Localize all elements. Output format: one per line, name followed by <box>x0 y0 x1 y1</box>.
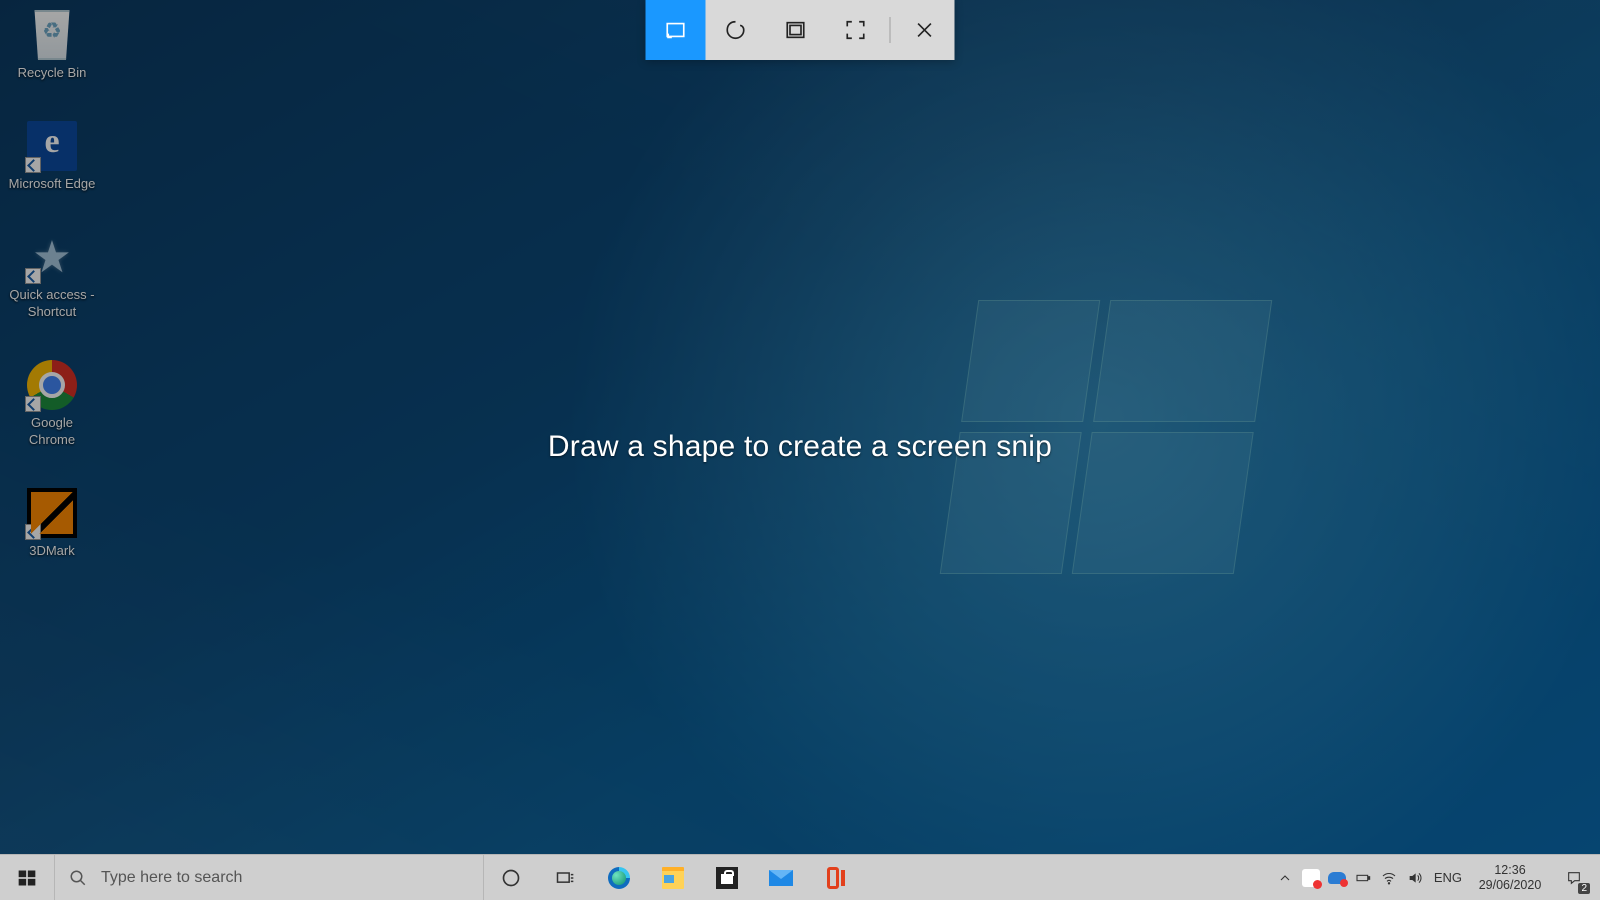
snip-mode-freeform-button[interactable] <box>706 0 766 60</box>
star-icon <box>27 232 77 282</box>
onedrive-icon <box>1328 872 1346 884</box>
desktop-icon-microsoft-edge[interactable]: Microsoft Edge <box>8 121 96 192</box>
taskbar-search-box[interactable]: Type here to search <box>54 855 484 900</box>
desktop-icon-label: Recycle Bin <box>8 64 96 81</box>
tray-overflow-button[interactable] <box>1272 855 1298 900</box>
shortcut-overlay-icon <box>25 268 41 284</box>
snip-mode-rectangular-button[interactable] <box>646 0 706 60</box>
search-placeholder-text: Type here to search <box>101 869 242 887</box>
taskbar-task-view-button[interactable] <box>538 855 592 900</box>
language-indicator-text: ENG <box>1434 870 1462 885</box>
edge-icon <box>27 121 77 171</box>
mail-icon <box>769 870 793 886</box>
snip-close-button[interactable] <box>895 0 955 60</box>
shortcut-overlay-icon <box>25 157 41 173</box>
chevron-up-icon <box>1277 870 1293 886</box>
taskbar-file-explorer-button[interactable] <box>646 855 700 900</box>
office-icon <box>825 867 845 889</box>
window-snip-icon <box>785 19 807 41</box>
close-icon <box>914 19 936 41</box>
snip-mode-window-button[interactable] <box>766 0 826 60</box>
desktop-icon-quick-access[interactable]: Quick access - Shortcut <box>8 232 96 320</box>
speaker-icon <box>1407 870 1423 886</box>
tray-onedrive-button[interactable] <box>1324 855 1350 900</box>
clock-time-text: 12:36 <box>1494 863 1525 878</box>
file-explorer-icon <box>662 867 684 889</box>
recycle-bin-icon <box>27 10 77 60</box>
desktop-icon-label: Quick access - Shortcut <box>8 286 96 320</box>
taskbar-edge-button[interactable] <box>592 855 646 900</box>
security-alert-icon <box>1302 869 1320 887</box>
clock-date-text: 29/06/2020 <box>1479 878 1542 893</box>
rectangle-snip-icon <box>665 19 687 41</box>
freeform-snip-icon <box>725 19 747 41</box>
microsoft-store-icon <box>716 867 738 889</box>
taskbar-store-button[interactable] <box>700 855 754 900</box>
taskbar-mail-button[interactable] <box>754 855 808 900</box>
taskbar: Type here to search <box>0 854 1600 900</box>
snip-instruction-text: Draw a shape to create a screen snip <box>0 430 1600 464</box>
desktop-icon-label: Microsoft Edge <box>8 175 96 192</box>
desktop-icon-recycle-bin[interactable]: Recycle Bin <box>8 10 96 81</box>
cortana-icon <box>501 868 521 888</box>
3dmark-icon <box>27 488 77 538</box>
tray-clock-button[interactable]: 12:36 29/06/2020 <box>1468 855 1552 900</box>
toolbar-separator <box>890 17 891 43</box>
shortcut-overlay-icon <box>25 524 41 540</box>
desktop-wallpaper: Recycle Bin Microsoft Edge Quick access … <box>0 0 1600 855</box>
chrome-icon <box>27 360 77 410</box>
desktop-icon-label: 3DMark <box>8 542 96 559</box>
task-view-icon <box>555 868 575 888</box>
taskbar-office-button[interactable] <box>808 855 862 900</box>
shortcut-overlay-icon <box>25 396 41 412</box>
windows-logo-icon <box>17 868 37 888</box>
tray-action-center-button[interactable]: 2 <box>1552 855 1596 900</box>
tray-security-button[interactable] <box>1298 855 1324 900</box>
system-tray: ENG 12:36 29/06/2020 2 <box>1272 855 1600 900</box>
tray-language-button[interactable]: ENG <box>1428 870 1468 885</box>
wifi-icon <box>1381 870 1397 886</box>
fullscreen-snip-icon <box>845 19 867 41</box>
battery-icon <box>1355 870 1371 886</box>
taskbar-pinned-apps <box>484 855 862 900</box>
tray-wifi-button[interactable] <box>1376 855 1402 900</box>
tray-battery-button[interactable] <box>1350 855 1376 900</box>
start-button[interactable] <box>0 855 54 900</box>
desktop-icon-3dmark[interactable]: 3DMark <box>8 488 96 559</box>
tray-volume-button[interactable] <box>1402 855 1428 900</box>
notification-count-badge: 2 <box>1578 883 1590 894</box>
snip-toolbar <box>646 0 955 60</box>
snip-mode-fullscreen-button[interactable] <box>826 0 886 60</box>
edge-icon <box>608 867 630 889</box>
search-icon <box>69 869 87 887</box>
taskbar-cortana-button[interactable] <box>484 855 538 900</box>
